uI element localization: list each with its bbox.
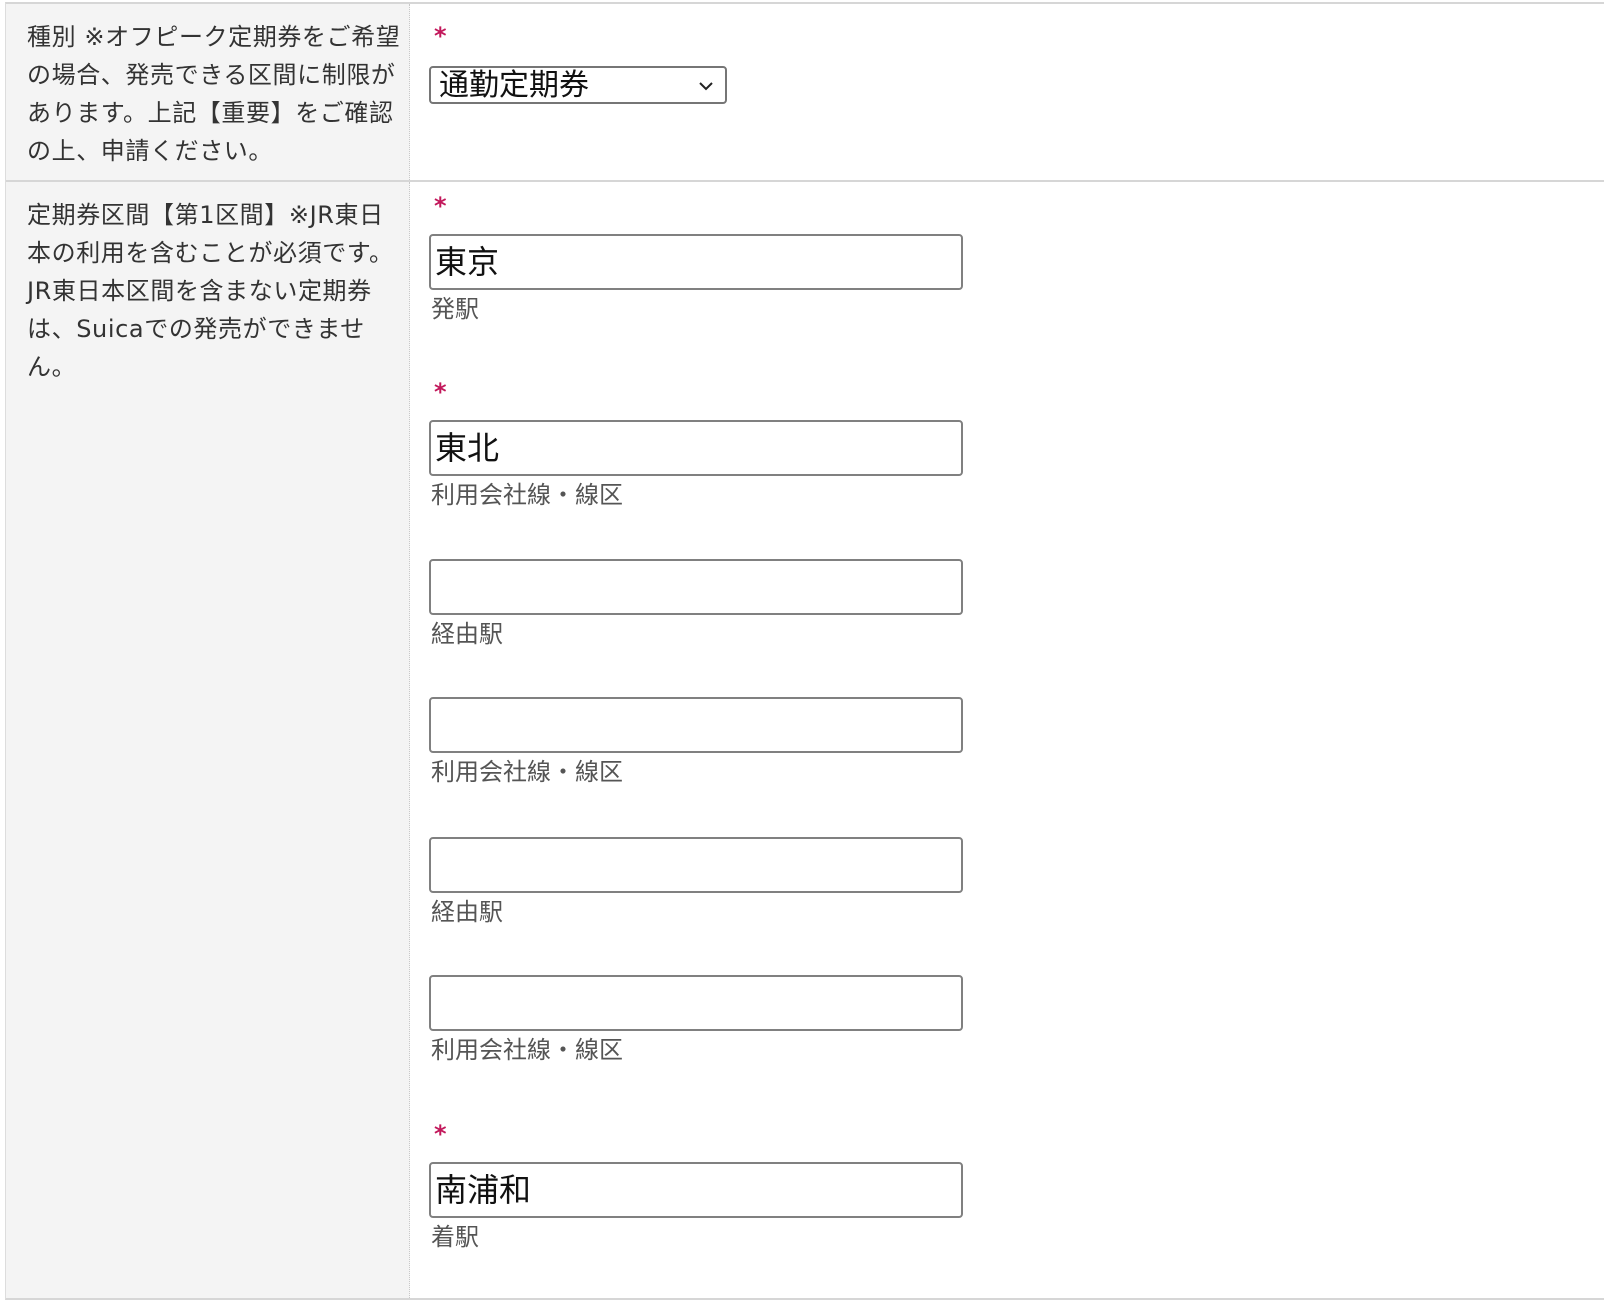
required-mark: * bbox=[434, 192, 447, 220]
required-mark: * bbox=[434, 378, 447, 406]
via-station-input-1[interactable] bbox=[429, 559, 963, 615]
label-cell: 定期券区間【第1区間】※JR東日本の利用を含むことが必須です。JR東日本区間を含… bbox=[6, 182, 410, 1298]
chevron-down-icon bbox=[699, 82, 713, 91]
line-caption-1: 利用会社線・線区 bbox=[431, 481, 623, 509]
ticket-type-label: 種別 ※オフピーク定期券をご希望の場合、発売できる区間に制限があります。上記【重… bbox=[27, 23, 401, 165]
line-caption-3: 利用会社線・線区 bbox=[431, 1036, 623, 1064]
form-row-pass-section: 定期券区間【第1区間】※JR東日本の利用を含むことが必須です。JR東日本区間を含… bbox=[6, 182, 1604, 1298]
line-caption-2: 利用会社線・線区 bbox=[431, 758, 623, 786]
arrival-station-caption: 着駅 bbox=[431, 1223, 479, 1251]
input-value: 東北 bbox=[435, 429, 500, 467]
pass-section-label: 定期券区間【第1区間】※JR東日本の利用を含むことが必須です。JR東日本区間を含… bbox=[27, 201, 394, 381]
commuter-pass-form-table: 種別 ※オフピーク定期券をご希望の場合、発売できる区間に制限があります。上記【重… bbox=[5, 2, 1604, 1300]
departure-station-caption: 発駅 bbox=[431, 295, 479, 323]
via-station-caption-1: 経由駅 bbox=[431, 620, 503, 648]
arrival-station-input[interactable]: 南浦和 bbox=[429, 1162, 963, 1218]
line-input-2[interactable] bbox=[429, 697, 963, 753]
line-input-1[interactable]: 東北 bbox=[429, 420, 963, 476]
line-input-3[interactable] bbox=[429, 975, 963, 1031]
ticket-type-select-value: 通勤定期券 bbox=[439, 68, 589, 103]
departure-station-input[interactable]: 東京 bbox=[429, 234, 963, 290]
input-value: 東京 bbox=[435, 243, 500, 281]
via-station-input-2[interactable] bbox=[429, 837, 963, 893]
required-mark: * bbox=[434, 1120, 447, 1148]
required-mark: * bbox=[434, 22, 447, 50]
ticket-type-select[interactable]: 通勤定期券 bbox=[429, 66, 727, 104]
input-value: 南浦和 bbox=[435, 1171, 532, 1209]
form-row-ticket-type: 種別 ※オフピーク定期券をご希望の場合、発売できる区間に制限があります。上記【重… bbox=[6, 4, 1604, 182]
label-cell: 種別 ※オフピーク定期券をご希望の場合、発売できる区間に制限があります。上記【重… bbox=[6, 4, 410, 180]
via-station-caption-2: 経由駅 bbox=[431, 898, 503, 926]
